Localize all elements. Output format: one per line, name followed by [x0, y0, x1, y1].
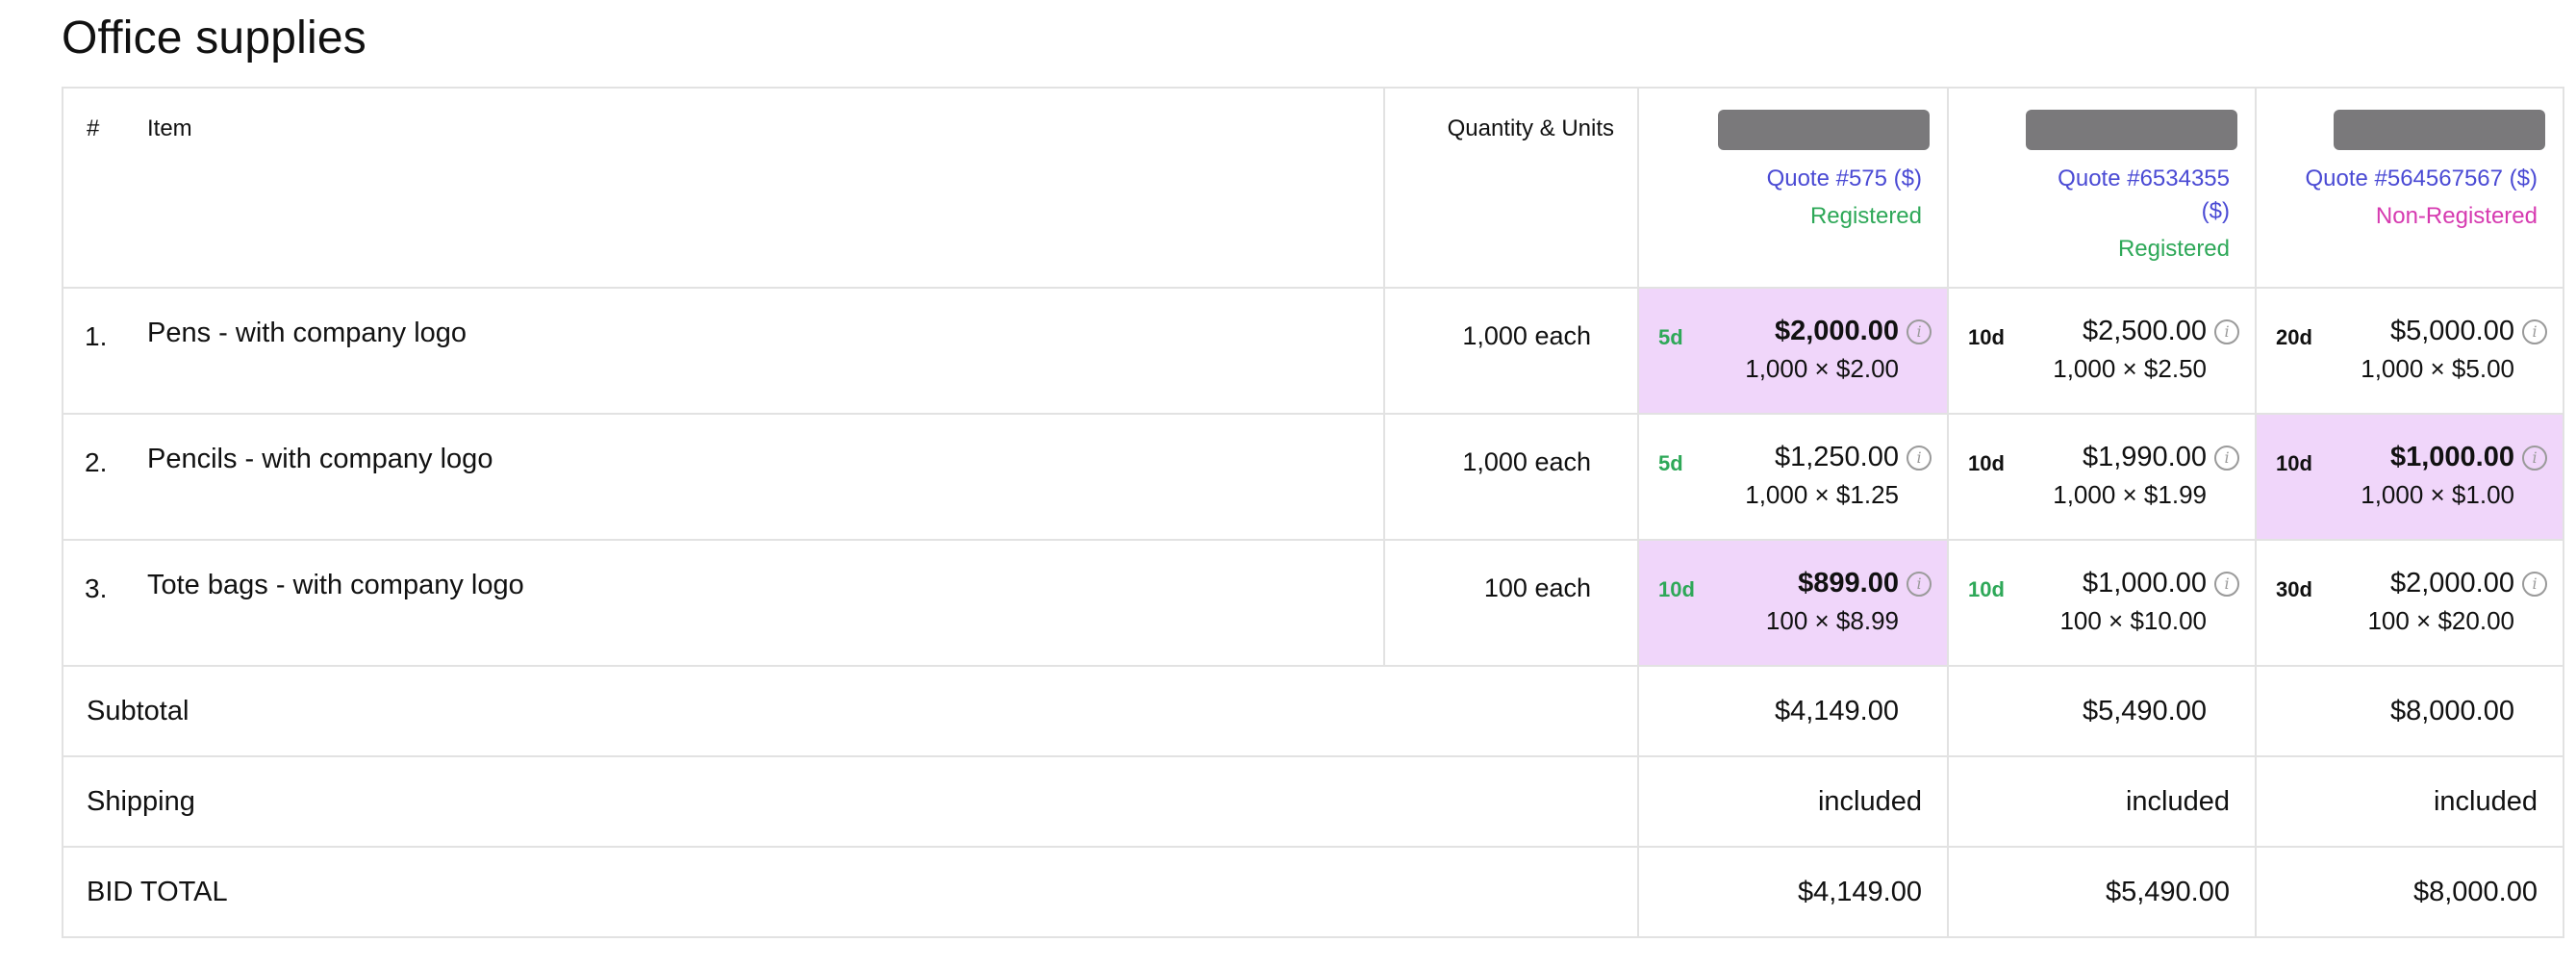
- quote-link-3[interactable]: Quote #564567567 ($): [2257, 163, 2545, 195]
- quote-cell-best: 10d $899.00 i 100 × $8.99: [1637, 539, 1949, 667]
- shipping-row: Shipping included included included: [62, 755, 2564, 848]
- lead-time: 5d: [1658, 451, 1683, 475]
- bid-total-value: $5,490.00: [1947, 846, 2257, 938]
- info-circle-icon[interactable]: i: [1907, 446, 1932, 471]
- line-calculation: 1,000 × $2.00: [1745, 354, 1899, 383]
- quote-cell: 10d $2,500.00 i 1,000 × $2.50: [1947, 287, 2257, 415]
- line-price: $899.00: [1798, 568, 1899, 599]
- subtotal-value: $4,149.00: [1637, 665, 1949, 757]
- quote-link-1[interactable]: Quote #575 ($): [1639, 163, 1930, 195]
- header-quote-3: Quote #564567567 ($) Non-Registered: [2255, 87, 2564, 289]
- redacted-vendor-name: [1718, 110, 1930, 150]
- item-name: Pencils - with company logo: [147, 413, 1385, 541]
- info-circle-icon[interactable]: i: [2214, 572, 2239, 597]
- item-quantity: 1,000 each: [1383, 413, 1639, 541]
- line-price: $5,000.00: [2389, 316, 2514, 346]
- line-calculation: 1,000 × $5.00: [2361, 354, 2514, 383]
- bid-total-value: $4,149.00: [1637, 846, 1949, 938]
- quote-comparison-table: # Item Quantity & Units Quote #575 ($) R…: [62, 87, 2564, 938]
- quote-link-2[interactable]: Quote #6534355 ($): [1949, 163, 2237, 228]
- line-calculation: 100 × $8.99: [1765, 606, 1899, 635]
- quote-cell: 30d $2,000.00 i 100 × $20.00: [2255, 539, 2564, 667]
- shipping-label: Shipping: [62, 755, 1639, 848]
- table-row: 2. Pencils - with company logo 1,000 eac…: [62, 413, 2564, 541]
- item-name: Pens - with company logo: [147, 287, 1385, 415]
- quote-cell: 10d $1,990.00 i 1,000 × $1.99: [1947, 413, 2257, 541]
- line-price: $1,250.00: [1774, 442, 1899, 472]
- row-number: 3.: [62, 539, 147, 667]
- item-quantity: 100 each: [1383, 539, 1639, 667]
- vendor-status-3: Non-Registered: [2375, 203, 2538, 229]
- quote-cell: 10d $1,000.00 i 100 × $10.00: [1947, 539, 2257, 667]
- row-number: 1.: [62, 287, 147, 415]
- line-calculation: 1,000 × $2.50: [2053, 354, 2207, 383]
- shipping-value: included: [1947, 755, 2257, 848]
- header-quote-1: Quote #575 ($) Registered: [1637, 87, 1949, 289]
- info-circle-icon[interactable]: i: [2522, 572, 2547, 597]
- lead-time: 30d: [2276, 577, 2312, 601]
- redacted-vendor-name: [2026, 110, 2237, 150]
- info-circle-icon[interactable]: i: [2522, 319, 2547, 344]
- line-calculation: 100 × $20.00: [2367, 606, 2514, 635]
- quote-cell-best: 5d $2,000.00 i 1,000 × $2.00: [1637, 287, 1949, 415]
- line-price: $1,000.00: [2082, 568, 2207, 599]
- item-name: Tote bags - with company logo: [147, 539, 1385, 667]
- header-quantity: Quantity & Units: [1383, 87, 1639, 289]
- row-number: 2.: [62, 413, 147, 541]
- quote-cell-best: 10d $1,000.00 i 1,000 × $1.00: [2255, 413, 2564, 541]
- lead-time: 10d: [1968, 325, 2005, 349]
- shipping-value: included: [2255, 755, 2564, 848]
- info-circle-icon[interactable]: i: [2214, 319, 2239, 344]
- info-circle-icon[interactable]: i: [1907, 572, 1932, 597]
- page: Office supplies # Item Quantity & Units …: [0, 0, 2576, 968]
- line-price: $1,990.00: [2082, 442, 2207, 472]
- line-calculation: 1,000 × $1.25: [1745, 480, 1899, 509]
- info-circle-icon[interactable]: i: [2214, 446, 2239, 471]
- quote-cell: 20d $5,000.00 i 1,000 × $5.00: [2255, 287, 2564, 415]
- redacted-vendor-name: [2334, 110, 2545, 150]
- lead-time: 20d: [2276, 325, 2312, 349]
- line-calculation: 1,000 × $1.99: [2053, 480, 2207, 509]
- quote-cell: 5d $1,250.00 i 1,000 × $1.25: [1637, 413, 1949, 541]
- line-calculation: 1,000 × $1.00: [2361, 480, 2514, 509]
- table-row: 1. Pens - with company logo 1,000 each 5…: [62, 287, 2564, 415]
- info-circle-icon[interactable]: i: [2522, 446, 2547, 471]
- line-price: $1,000.00: [2389, 442, 2514, 472]
- bid-total-row: BID TOTAL $4,149.00 $5,490.00 $8,000.00: [62, 846, 2564, 938]
- subtotal-value: $8,000.00: [2255, 665, 2564, 757]
- subtotal-row: Subtotal $4,149.00 $5,490.00 $8,000.00: [62, 665, 2564, 757]
- header-number: #: [62, 87, 147, 289]
- line-calculation: 100 × $10.00: [2059, 606, 2207, 635]
- lead-time: 5d: [1658, 325, 1683, 349]
- lead-time: 10d: [1968, 577, 2005, 601]
- item-quantity: 1,000 each: [1383, 287, 1639, 415]
- vendor-status-2: Registered: [2117, 236, 2230, 262]
- line-price: $2,000.00: [1774, 316, 1899, 346]
- subtotal-label: Subtotal: [62, 665, 1639, 757]
- table-row: 3. Tote bags - with company logo 100 eac…: [62, 539, 2564, 667]
- bid-total-value: $8,000.00: [2255, 846, 2564, 938]
- header-row: # Item Quantity & Units Quote #575 ($) R…: [62, 87, 2564, 289]
- vendor-status-1: Registered: [1809, 203, 1922, 229]
- header-item: Item: [147, 87, 1385, 289]
- header-quote-2: Quote #6534355 ($) Registered: [1947, 87, 2257, 289]
- line-price: $2,000.00: [2389, 568, 2514, 599]
- bid-total-label: BID TOTAL: [62, 846, 1639, 938]
- subtotal-value: $5,490.00: [1947, 665, 2257, 757]
- shipping-value: included: [1637, 755, 1949, 848]
- page-title: Office supplies: [62, 13, 366, 64]
- lead-time: 10d: [1658, 577, 1695, 601]
- info-circle-icon[interactable]: i: [1907, 319, 1932, 344]
- lead-time: 10d: [2276, 451, 2312, 475]
- line-price: $2,500.00: [2082, 316, 2207, 346]
- lead-time: 10d: [1968, 451, 2005, 475]
